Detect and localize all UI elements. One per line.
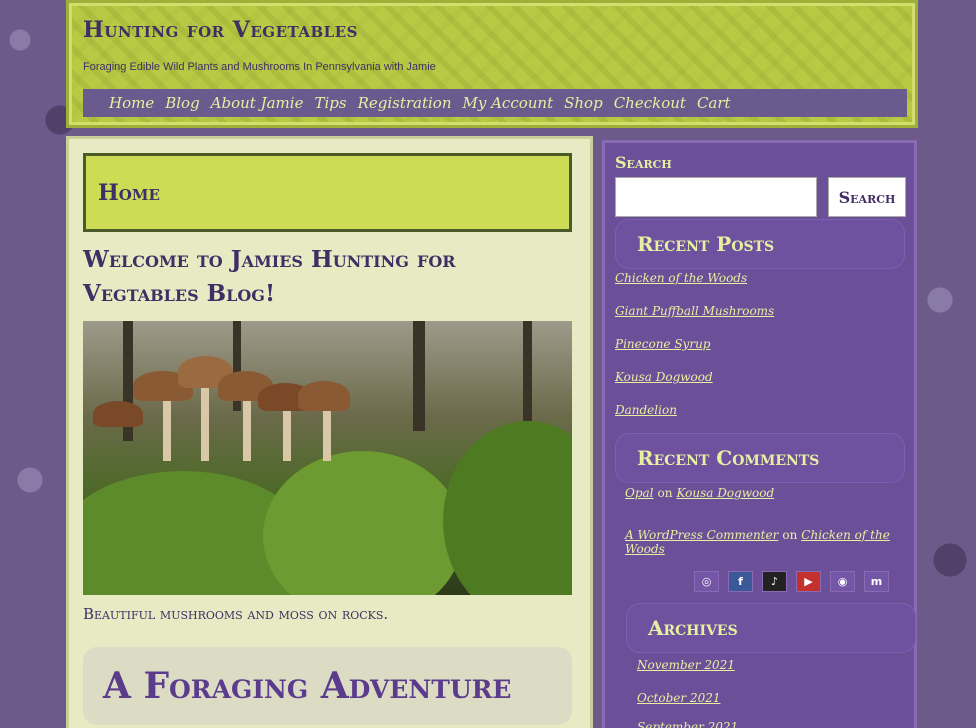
nav-registration[interactable]: Registration [358,94,452,112]
comment-on-text: on [782,528,798,542]
welcome-heading: Welcome to Jamies Hunting for Vegtables … [83,246,456,307]
recent-posts-title: Recent Posts [637,232,775,256]
post-title[interactable]: A Foraging Adventure [103,665,511,707]
archive-link[interactable]: November 2021 [637,658,735,672]
recent-post-link[interactable]: Giant Puffball Mushrooms [615,304,774,318]
site-title[interactable]: Hunting for Vegetables [83,17,358,43]
recent-post-link[interactable]: Pinecone Syrup [615,337,710,351]
comment-post-link[interactable]: Kousa Dogwood [676,486,774,500]
youtube-icon[interactable]: ▶ [796,571,821,592]
recent-comment: A WordPress Commenter on Chicken of the Wo… [625,528,914,556]
main-content: Home Welcome to Jamies Hunting for Vegta… [66,136,593,728]
mushroom-photo [83,321,572,595]
recent-comments-header: Recent Comments [615,433,905,483]
page-title: Home [98,179,160,206]
nav-blog[interactable]: Blog [165,94,199,112]
nav-cart[interactable]: Cart [697,94,731,112]
post-title-box: A Foraging Adventure [83,647,572,725]
recent-post-link[interactable]: Chicken of the Woods [615,271,747,285]
sidebar: Search Search Recent Posts Chicken of th… [602,140,917,728]
nav-tips[interactable]: Tips [314,94,346,112]
archives-header: Archives [626,603,916,653]
recent-post-link[interactable]: Dandelion [615,403,677,417]
nav-about-jamie[interactable]: About Jamie [211,94,304,112]
search-label: Search [615,153,672,172]
recent-posts-header: Recent Posts [615,219,905,269]
comment-author-link[interactable]: Opal [625,486,654,500]
archive-link[interactable]: October 2021 [637,691,720,705]
site-header: Hunting for Vegetables Foraging Edible W… [66,0,918,128]
mastodon-icon[interactable]: m [864,571,889,592]
tiktok-icon[interactable]: ♪ [762,571,787,592]
site-description: Foraging Edible Wild Plants and Mushroom… [83,61,436,73]
recent-comments-title: Recent Comments [637,446,820,470]
nav-checkout[interactable]: Checkout [614,94,686,112]
recent-comment: Opal on Kousa Dogwood [625,486,774,500]
instagram-icon[interactable]: ◎ [694,571,719,592]
facebook-icon[interactable]: f [728,571,753,592]
search-input[interactable] [615,177,817,217]
search-button[interactable]: Search [828,177,906,217]
nav-shop[interactable]: Shop [564,94,603,112]
recent-post-link[interactable]: Kousa Dogwood [615,370,713,384]
comment-author-link[interactable]: A WordPress Commenter [625,528,778,542]
comment-on-text: on [657,486,673,500]
page-title-box: Home [83,153,572,232]
nav-home[interactable]: Home [109,94,154,112]
archives-title: Archives [648,616,738,640]
social-icons: ◎ f ♪ ▶ ◉ m [694,571,889,592]
archive-link[interactable]: September 2021 [637,720,738,728]
discord-icon[interactable]: ◉ [830,571,855,592]
main-nav: Home Blog About Jamie Tips Registration … [83,89,907,117]
nav-my-account[interactable]: My Account [463,94,554,112]
image-caption: Beautiful mushrooms and moss on rocks. [83,605,389,623]
